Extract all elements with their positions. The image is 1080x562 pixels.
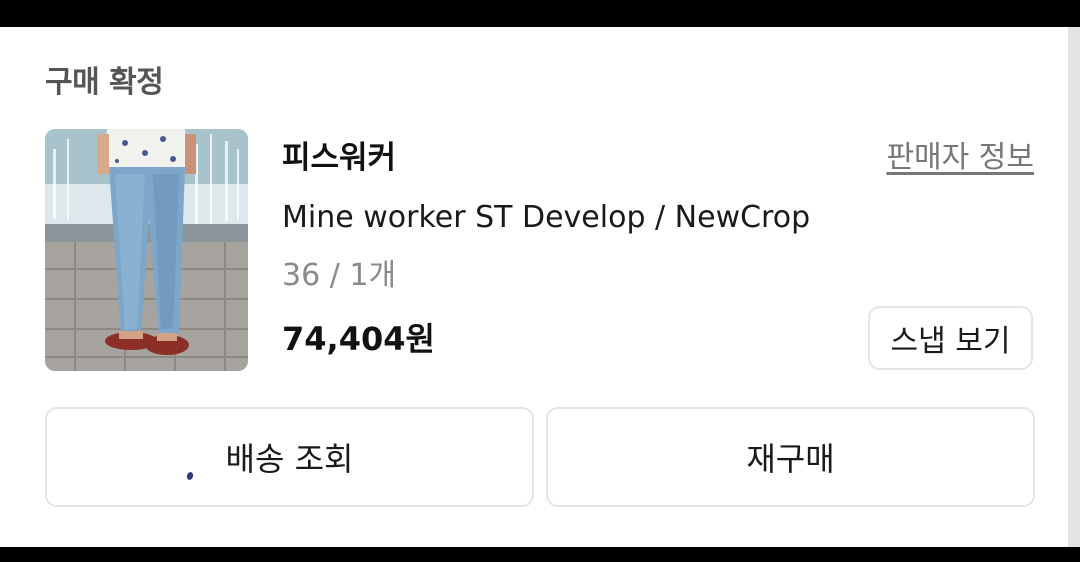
product-price: 74,404원 [282,320,435,358]
track-delivery-label: 배송 조회 [225,440,354,478]
order-status-title: 구매 확정 [45,65,164,100]
product-option: 36 / 1개 [282,258,397,293]
order-card: 구매 확정 피스워커 판매자 정보 Mine worker ST Develop… [0,27,1068,547]
seller-info-link[interactable]: 판매자 정보 [886,137,1034,179]
rebuy-label: 재구매 [746,440,835,478]
scroll-edge [1068,27,1080,547]
product-image[interactable] [45,129,248,371]
view-snap-label: 스냅 보기 [890,324,1011,359]
view-snap-button[interactable]: 스냅 보기 [868,306,1033,370]
track-delivery-button[interactable]: 배송 조회 [45,407,534,507]
rebuy-button[interactable]: 재구매 [546,407,1035,507]
product-name[interactable]: Mine worker ST Develop / NewCrop [282,197,810,239]
brand-name[interactable]: 피스워커 [282,137,396,179]
